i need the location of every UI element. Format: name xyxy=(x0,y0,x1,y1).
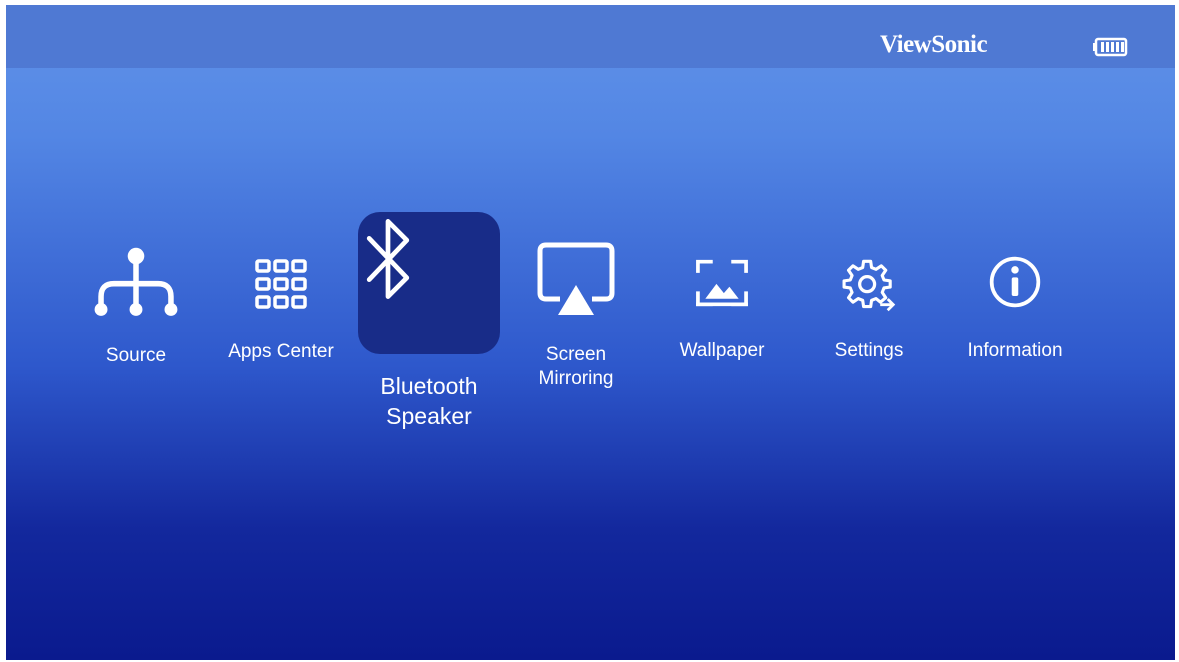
bluetooth-icon xyxy=(366,219,410,299)
menu-label-screen-mirroring-line1: Screen xyxy=(545,344,607,365)
menu-label-screen-mirroring-line2: Mirroring xyxy=(538,368,614,389)
projector-home-screen: ViewSonic Source Apps Center Bluetooth S… xyxy=(6,5,1175,660)
menu-label-information: Information xyxy=(967,340,1063,361)
menu-label-source: Source xyxy=(105,345,167,366)
menu-label-apps-center: Apps Center xyxy=(228,341,334,362)
source-tree-icon xyxy=(94,247,178,316)
menu-label-bluetooth-line2: Speaker xyxy=(386,403,472,429)
menu-item-apps-center[interactable]: Apps Center xyxy=(218,245,344,370)
top-status-bar: ViewSonic xyxy=(6,5,1175,68)
brand-logo: ViewSonic xyxy=(880,31,988,58)
menu-item-settings[interactable]: Settings xyxy=(809,250,929,370)
menu-label-settings: Settings xyxy=(834,340,904,361)
menu-item-screen-mirroring[interactable]: Screen Mirroring xyxy=(516,241,636,401)
menu-label-wallpaper: Wallpaper xyxy=(679,340,765,361)
battery-icon xyxy=(1093,37,1128,57)
apps-grid-icon xyxy=(255,259,307,309)
screen-mirroring-icon xyxy=(537,242,615,315)
menu-label-screen-mirroring: Screen Mirroring xyxy=(516,343,636,391)
menu-item-information[interactable]: Information xyxy=(952,250,1078,370)
gear-icon xyxy=(842,259,896,312)
menu-label-bluetooth[interactable]: Bluetooth Speaker xyxy=(349,371,509,431)
wallpaper-icon xyxy=(696,259,748,307)
menu-label-bluetooth-line1: Bluetooth xyxy=(380,373,478,399)
info-icon xyxy=(989,256,1041,308)
menu-item-wallpaper[interactable]: Wallpaper xyxy=(662,250,782,370)
menu-item-source[interactable]: Source xyxy=(76,240,196,375)
selected-tile-bluetooth[interactable] xyxy=(358,212,500,354)
